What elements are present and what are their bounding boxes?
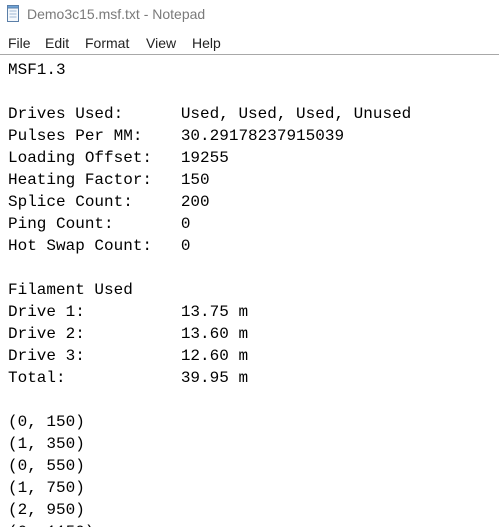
document-line: Drives Used: Used, Used, Used, Unused bbox=[8, 105, 412, 123]
document-line: Hot Swap Count: 0 bbox=[8, 237, 191, 255]
document-line: (0, 150) bbox=[8, 413, 85, 431]
menu-file[interactable]: File bbox=[8, 35, 31, 51]
document-line: (2, 950) bbox=[8, 501, 85, 519]
document-line: (0, 1150) bbox=[8, 523, 94, 527]
document-line: MSF1.3 bbox=[8, 61, 66, 79]
notepad-icon bbox=[7, 5, 20, 22]
document-text: MSF1.3 Drives Used: Used, Used, Used, Un… bbox=[8, 59, 411, 527]
window-title: Demo3c15.msf.txt - Notepad bbox=[27, 6, 206, 22]
title-bar[interactable]: Demo3c15.msf.txt - Notepad bbox=[0, 0, 499, 30]
document-line: Drive 1: 13.75 m bbox=[8, 303, 249, 321]
document-line: Ping Count: 0 bbox=[8, 215, 191, 233]
menu-bar: File Edit Format View Help bbox=[0, 31, 499, 54]
document-line: (1, 350) bbox=[8, 435, 85, 453]
document-line: (1, 750) bbox=[8, 479, 85, 497]
notepad-window: Demo3c15.msf.txt - Notepad File Edit For… bbox=[0, 0, 499, 527]
document-line: Pulses Per MM: 30.29178237915039 bbox=[8, 127, 345, 145]
document-line: Loading Offset: 19255 bbox=[8, 149, 229, 167]
menu-view[interactable]: View bbox=[146, 35, 176, 51]
document-line: (0, 550) bbox=[8, 457, 85, 475]
document-line: Drive 3: 12.60 m bbox=[8, 347, 249, 365]
text-editor-area[interactable]: MSF1.3 Drives Used: Used, Used, Used, Un… bbox=[0, 54, 499, 527]
menu-edit[interactable]: Edit bbox=[45, 35, 69, 51]
document-line: Drive 2: 13.60 m bbox=[8, 325, 249, 343]
menu-format[interactable]: Format bbox=[85, 35, 129, 51]
document-line: Heating Factor: 150 bbox=[8, 171, 210, 189]
menu-help[interactable]: Help bbox=[192, 35, 221, 51]
document-line: Splice Count: 200 bbox=[8, 193, 210, 211]
document-line: Filament Used bbox=[8, 281, 133, 299]
document-line: Total: 39.95 m bbox=[8, 369, 249, 387]
